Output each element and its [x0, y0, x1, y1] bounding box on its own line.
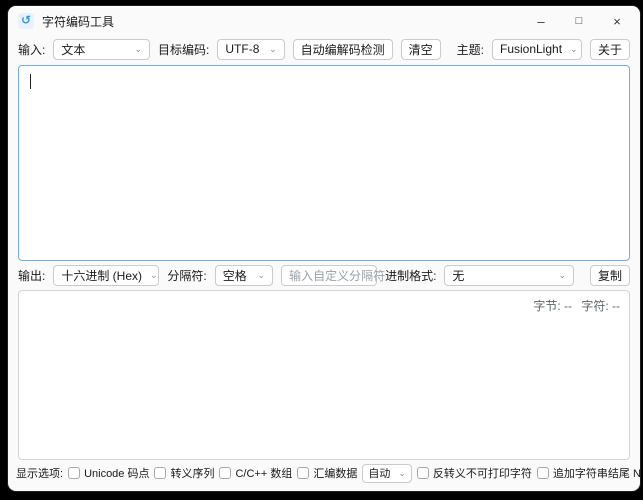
asm-mode-combo[interactable]: 自动 ⌄: [362, 464, 412, 483]
display-options-label: 显示选项:: [16, 465, 63, 481]
radix-label: 进制格式:: [385, 267, 436, 284]
checkbox-label: C/C++ 数组: [235, 465, 292, 481]
window-controls: – □ ×: [522, 8, 636, 34]
radix-combo[interactable]: 无 ⌄: [444, 265, 574, 286]
chevron-down-icon: ⌄: [398, 469, 406, 478]
input-mode-value: 文本: [61, 41, 85, 58]
output-label: 输出:: [18, 267, 45, 284]
separator-label: 分隔符:: [167, 267, 206, 284]
chevron-down-icon: ⌄: [570, 45, 578, 54]
radix-value: 无: [452, 267, 464, 284]
chevron-down-icon: ⌄: [150, 271, 158, 280]
separator-value: 空格: [223, 267, 247, 284]
chevron-down-icon: ⌄: [269, 45, 277, 54]
title-bar[interactable]: ↺ 字符编码工具 – □ ×: [8, 6, 640, 36]
about-button[interactable]: 关于: [590, 39, 630, 60]
input-textarea[interactable]: [18, 65, 630, 261]
maximize-button[interactable]: □: [560, 8, 598, 34]
checkbox-icon[interactable]: [219, 467, 231, 479]
custom-separator-input[interactable]: 输入自定义分隔符: [281, 265, 377, 286]
input-label: 输入:: [18, 41, 45, 58]
chevron-down-icon: ⌄: [135, 45, 143, 54]
checkbox-label: 汇编数据: [313, 465, 357, 481]
checkbox-icon[interactable]: [68, 467, 80, 479]
output-toolbar: 输出: 十六进制 (Hex) ⌄ 分隔符: 空格 ⌄ 输入自定义分隔符 进制格式…: [8, 261, 640, 289]
desktop-background: ↺ 字符编码工具 – □ × 输入: 文本 ⌄ 目标编码: UTF-8 ⌄ 自动…: [0, 0, 643, 500]
bytes-count: 字节: --: [533, 299, 572, 313]
chars-count: 字符: --: [581, 299, 620, 313]
separator-combo[interactable]: 空格 ⌄: [215, 265, 273, 286]
text-caret: [30, 74, 31, 89]
target-encoding-value: UTF-8: [225, 42, 259, 56]
checkbox-c-array[interactable]: C/C++ 数组: [219, 465, 292, 481]
output-format-combo[interactable]: 十六进制 (Hex) ⌄: [53, 265, 159, 286]
window-title: 字符编码工具: [42, 13, 114, 30]
checkbox-unescape-nonprintable[interactable]: 反转义不可打印字符: [417, 465, 532, 481]
checkbox-label: 反转义不可打印字符: [433, 465, 532, 481]
target-encoding-label: 目标编码:: [158, 41, 209, 58]
checkbox-label: 转义序列: [170, 465, 214, 481]
output-format-value: 十六进制 (Hex): [61, 267, 142, 284]
minimize-button[interactable]: –: [522, 8, 560, 34]
checkbox-icon[interactable]: [297, 467, 309, 479]
checkbox-icon[interactable]: [154, 467, 166, 479]
byte-char-counter: 字节: -- 字符: --: [527, 297, 620, 314]
checkbox-escape-sequence[interactable]: 转义序列: [154, 465, 214, 481]
theme-value: FusionLight: [500, 42, 562, 56]
theme-label: 主题:: [457, 41, 484, 58]
chevron-down-icon: ⌄: [258, 271, 266, 280]
input-toolbar: 输入: 文本 ⌄ 目标编码: UTF-8 ⌄ 自动编解码检测 清空 主题: Fu…: [8, 36, 640, 62]
checkbox-asm-data[interactable]: 汇编数据: [297, 465, 357, 481]
target-encoding-combo[interactable]: UTF-8 ⌄: [217, 39, 284, 60]
checkbox-label: 追加字符串结尾 NUL: [553, 465, 640, 481]
auto-detect-button[interactable]: 自动编解码检测: [293, 39, 393, 60]
checkbox-icon[interactable]: [537, 467, 549, 479]
copy-button[interactable]: 复制: [590, 265, 630, 286]
app-window: ↺ 字符编码工具 – □ × 输入: 文本 ⌄ 目标编码: UTF-8 ⌄ 自动…: [8, 6, 640, 491]
input-mode-combo[interactable]: 文本 ⌄: [53, 39, 150, 60]
app-icon: ↺: [18, 13, 34, 29]
clear-button[interactable]: 清空: [401, 39, 441, 60]
checkbox-label: Unicode 码点: [84, 465, 149, 481]
checkbox-icon[interactable]: [417, 467, 429, 479]
checkbox-unicode-codepoint[interactable]: Unicode 码点: [68, 465, 149, 481]
checkbox-append-nul[interactable]: 追加字符串结尾 NUL: [537, 465, 640, 481]
display-options-bar: 显示选项: Unicode 码点 转义序列 C/C++ 数组 汇编数据 自动 ⌄: [8, 460, 640, 486]
theme-combo[interactable]: FusionLight ⌄: [492, 39, 582, 60]
output-textarea[interactable]: 字节: -- 字符: --: [18, 290, 630, 460]
close-button[interactable]: ×: [598, 8, 636, 34]
asm-mode-value: 自动: [368, 465, 390, 481]
chevron-down-icon: ⌄: [558, 271, 566, 280]
